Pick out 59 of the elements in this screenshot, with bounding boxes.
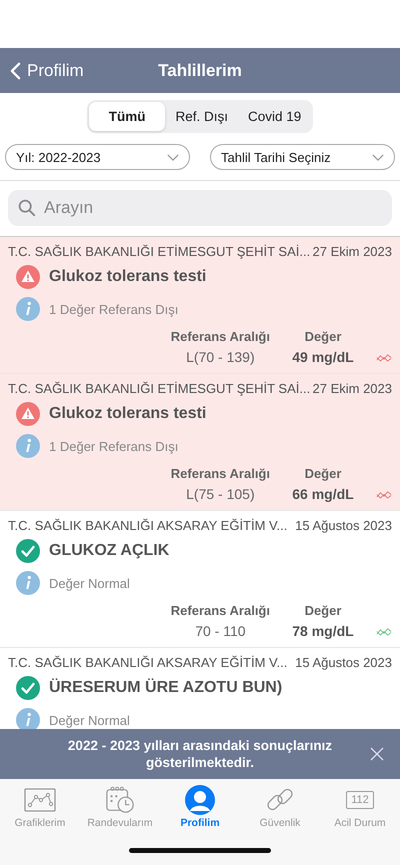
search-field[interactable]: Arayın xyxy=(8,190,392,226)
chevron-down-icon xyxy=(167,154,179,160)
dropdown[interactable]: Tahlil Tarihi Seçiniz xyxy=(210,144,395,170)
person-icon xyxy=(185,785,215,815)
column-header: Referans Aralığı xyxy=(170,466,271,481)
chart-icon xyxy=(24,788,56,812)
close-button[interactable] xyxy=(370,747,384,761)
test-name: ÜRESERUM ÜRE AZOTU BUN) xyxy=(49,679,282,697)
lab-name: T.C. SAĞLIK BAKANLIĞI AKSARAY EĞİTİM V... xyxy=(8,518,288,532)
result-card[interactable]: T.C. SAĞLIK BAKANLIĞI ETİMESGUT ŞEHİT SAİ... 27 Ekim 2023 Glukoz tolerans testi 1 Değer Referans Dışı Referans Aralığı Değer L(75 - 105) 66 mg/dL xyxy=(0,374,400,511)
banner-message: 2022 - 2023 yılları arasındaki sonuçlarınız gösterilmektedir. xyxy=(66,737,334,771)
status-note: Değer Normal xyxy=(49,576,130,590)
test-name: Glukoz tolerans testi xyxy=(49,268,206,286)
segment-tab[interactable]: Ref. Dışı xyxy=(165,102,238,131)
status-note: Değer Normal xyxy=(49,712,130,728)
segment-tab[interactable]: Tümü xyxy=(88,102,166,131)
result-date: 27 Ekim 2023 xyxy=(312,380,392,396)
result-value: 49 mg/dL xyxy=(292,349,354,365)
column-header: Değer xyxy=(304,329,342,344)
test-name: Glukoz tolerans testi xyxy=(49,405,206,423)
lab-name: T.C. SAĞLIK BAKANLIĞI AKSARAY EĞİTİM V... xyxy=(8,654,288,670)
back-chevron-icon xyxy=(10,62,21,80)
column-header: Değer xyxy=(304,603,342,618)
screen-title: Tahlillerim xyxy=(158,60,242,80)
info-icon xyxy=(16,434,40,458)
warning-icon xyxy=(16,265,40,289)
lab-name: T.C. SAĞLIK BAKANLIĞI ETİMESGUT ŞEHİT SAİ... xyxy=(8,380,310,396)
tab-bar-item[interactable]: Profilim xyxy=(160,779,240,835)
info-icon xyxy=(16,708,40,729)
trend-chart-icon[interactable] xyxy=(376,488,392,500)
result-value: 66 mg/dL xyxy=(292,486,354,502)
segment-tab[interactable]: Covid 19 xyxy=(238,102,312,131)
result-date: 15 Ağustos 2023 xyxy=(295,654,392,670)
chevron-down-icon xyxy=(372,154,384,160)
column-header: Referans Aralığı xyxy=(170,329,271,344)
checkmark-icon xyxy=(16,676,40,700)
calendar-clock-icon xyxy=(105,785,135,815)
result-value: 78 mg/dL xyxy=(292,623,354,639)
reference-range: 70 - 110 xyxy=(195,623,246,639)
status-note: 1 Değer Referans Dışı xyxy=(49,302,178,316)
warning-icon xyxy=(16,402,40,426)
result-date: 27 Ekim 2023 xyxy=(312,244,392,258)
test-name: GLUKOZ AÇLIK xyxy=(49,542,170,560)
result-date: 15 Ağustos 2023 xyxy=(295,518,392,532)
info-icon xyxy=(16,297,40,321)
reference-range: L(75 - 105) xyxy=(186,486,255,502)
info-icon xyxy=(16,571,40,595)
column-header: Değer xyxy=(304,466,342,481)
dropdown[interactable]: Yıl: 2022-2023 xyxy=(5,144,190,170)
column-header: Referans Aralığı xyxy=(170,603,271,618)
checkmark-icon xyxy=(16,539,40,563)
back-button[interactable]: Profilim xyxy=(0,60,84,80)
status-note: 1 Değer Referans Dışı xyxy=(49,438,178,454)
reference-range: L(70 - 139) xyxy=(186,349,255,365)
trend-chart-icon[interactable] xyxy=(376,626,392,636)
emergency-number-icon: 112 xyxy=(346,791,374,809)
trend-chart-icon[interactable] xyxy=(376,352,392,362)
result-card[interactable]: T.C. SAĞLIK BAKANLIĞI ETİMESGUT ŞEHİT SAİ... 27 Ekim 2023 Glukoz tolerans testi 1 Değer Referans Dışı Referans Aralığı Değer L(70 - 139) 49 mg/dL xyxy=(0,237,400,374)
lab-name: T.C. SAĞLIK BAKANLIĞI ETİMESGUT ŞEHİT SAİ... xyxy=(8,244,310,258)
